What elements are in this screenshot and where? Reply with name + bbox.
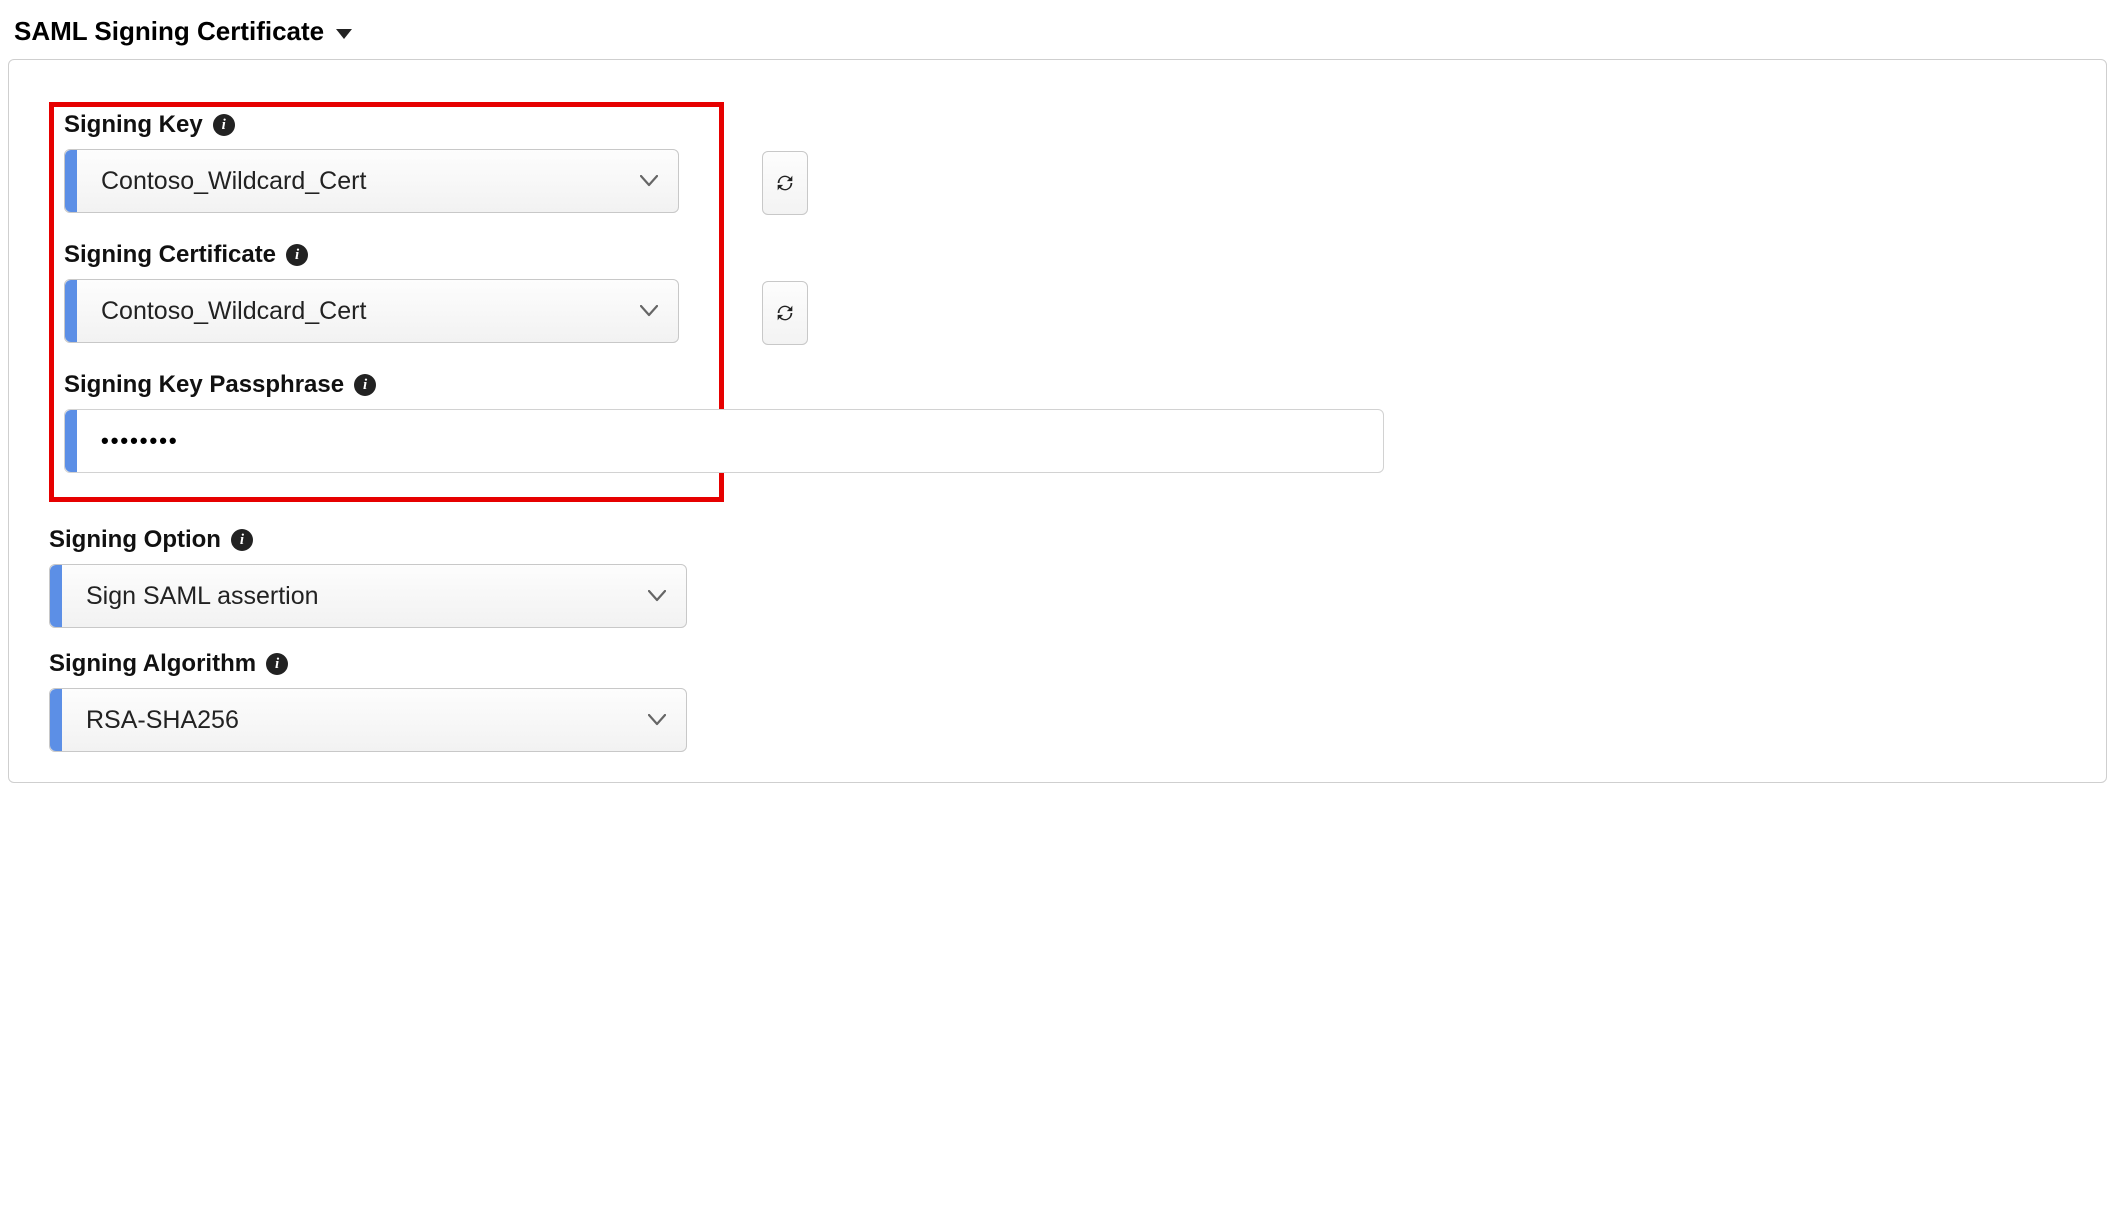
info-icon[interactable]: i xyxy=(266,653,288,675)
signing-option-label: Signing Option xyxy=(49,526,221,554)
signing-key-passphrase-field: Signing Key Passphrase i •••••••• xyxy=(64,371,709,473)
saml-signing-panel: Signing Key i Contoso_Wildcard_Cert xyxy=(8,59,2107,783)
field-indicator-bar xyxy=(65,150,77,212)
signing-certificate-field: Signing Certificate i Contoso_Wildcard_C… xyxy=(64,241,709,343)
chevron-down-icon xyxy=(640,175,678,187)
signing-key-select[interactable]: Contoso_Wildcard_Cert xyxy=(64,149,679,213)
signing-certificate-label-row: Signing Certificate i xyxy=(64,241,709,269)
field-indicator-bar xyxy=(50,689,62,751)
chevron-down-icon xyxy=(640,305,678,317)
chevron-down-icon xyxy=(648,590,686,602)
signing-algorithm-field: Signing Algorithm i RSA-SHA256 xyxy=(49,650,2066,752)
section-title: SAML Signing Certificate xyxy=(14,16,324,47)
field-indicator-bar xyxy=(65,280,77,342)
chevron-down-icon xyxy=(336,29,352,39)
refresh-icon xyxy=(774,172,796,194)
signing-key-label-row: Signing Key i xyxy=(64,111,709,139)
signing-algorithm-label: Signing Algorithm xyxy=(49,650,256,678)
signing-certificate-refresh-button[interactable] xyxy=(762,281,808,345)
field-indicator-bar xyxy=(50,565,62,627)
signing-certificate-value: Contoso_Wildcard_Cert xyxy=(77,297,640,326)
signing-key-value: Contoso_Wildcard_Cert xyxy=(77,167,640,196)
signing-key-refresh-button[interactable] xyxy=(762,151,808,215)
field-indicator-bar xyxy=(65,410,77,472)
signing-certificate-select[interactable]: Contoso_Wildcard_Cert xyxy=(64,279,679,343)
info-icon[interactable]: i xyxy=(354,374,376,396)
signing-key-field: Signing Key i Contoso_Wildcard_Cert xyxy=(64,111,709,213)
signing-algorithm-value: RSA-SHA256 xyxy=(62,706,648,735)
signing-option-label-row: Signing Option i xyxy=(49,526,2066,554)
signing-key-passphrase-label-row: Signing Key Passphrase i xyxy=(64,371,709,399)
signing-key-passphrase-label: Signing Key Passphrase xyxy=(64,371,344,399)
signing-option-select[interactable]: Sign SAML assertion xyxy=(49,564,687,628)
section-header[interactable]: SAML Signing Certificate xyxy=(8,8,2107,51)
info-icon[interactable]: i xyxy=(231,529,253,551)
info-icon[interactable]: i xyxy=(286,244,308,266)
info-icon[interactable]: i xyxy=(213,114,235,136)
refresh-icon xyxy=(774,302,796,324)
signing-option-field: Signing Option i Sign SAML assertion xyxy=(49,526,2066,628)
highlight-region: Signing Key i Contoso_Wildcard_Cert xyxy=(49,102,724,502)
signing-key-passphrase-value: •••••••• xyxy=(77,428,1383,454)
signing-certificate-label: Signing Certificate xyxy=(64,241,276,269)
chevron-down-icon xyxy=(648,714,686,726)
signing-option-value: Sign SAML assertion xyxy=(62,582,648,611)
signing-key-label: Signing Key xyxy=(64,111,203,139)
signing-key-passphrase-input[interactable]: •••••••• xyxy=(64,409,1384,473)
signing-algorithm-select[interactable]: RSA-SHA256 xyxy=(49,688,687,752)
signing-algorithm-label-row: Signing Algorithm i xyxy=(49,650,2066,678)
